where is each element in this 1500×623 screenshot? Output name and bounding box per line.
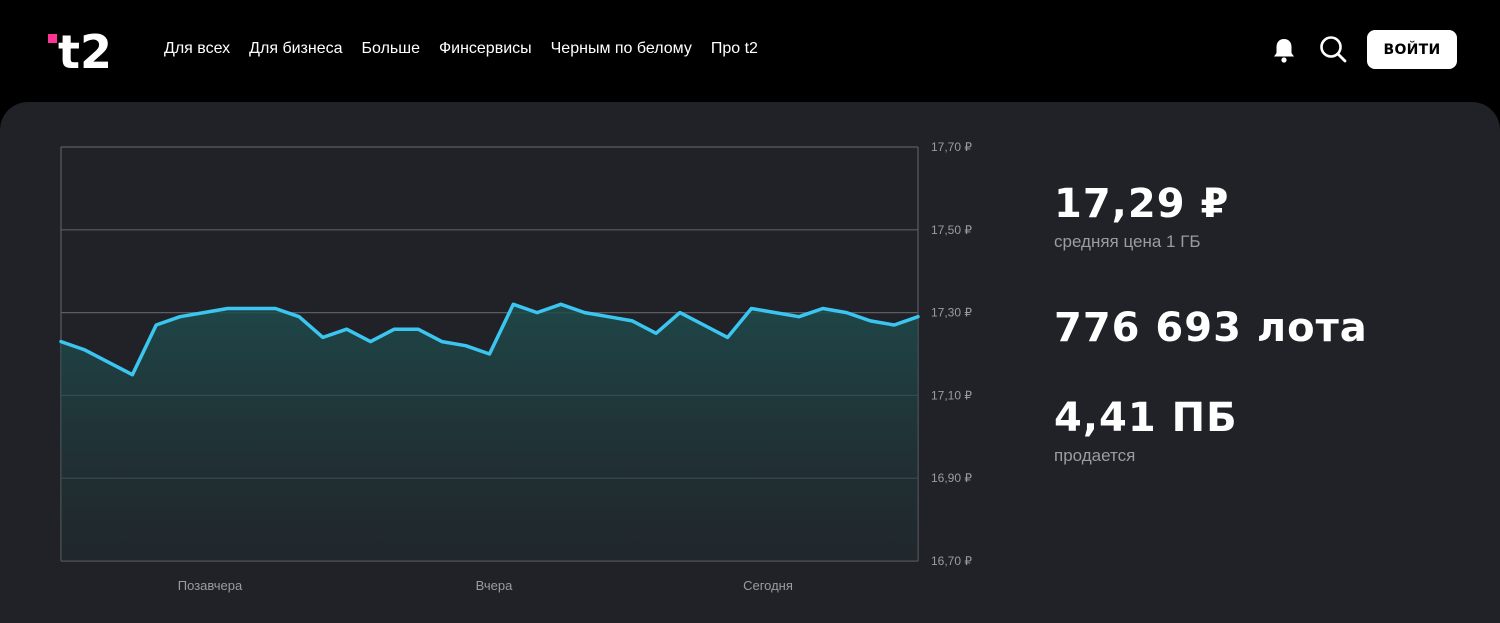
nav-item-for-business[interactable]: Для бизнеса	[249, 38, 342, 60]
avg-price-label: средняя цена 1 ГБ	[1054, 232, 1201, 251]
t2-logo[interactable]: t2	[46, 20, 120, 74]
volume-value: 4,41 ПБ	[1054, 395, 1238, 441]
logo-text: t2	[58, 25, 112, 74]
nav-item-more[interactable]: Больше	[362, 38, 420, 60]
nav-item-finservices[interactable]: Финсервисы	[439, 38, 532, 60]
nav-item-for-all[interactable]: Для всех	[164, 38, 230, 60]
y-tick-label: 17,10 ₽	[931, 388, 972, 402]
stat-price: 17,29 ₽ средняя цена 1 ГБ	[1054, 182, 1229, 252]
price-chart: 17,70 ₽ 17,50 ₽ 17,30 ₽ 17,10 ₽ 16,90 ₽ 16,70…	[59, 140, 972, 593]
stat-lots: 776 693 лота	[1054, 306, 1368, 350]
x-axis-label: Сегодня	[743, 578, 793, 593]
bell-icon[interactable]	[1271, 36, 1297, 64]
y-tick-label: 17,50 ₽	[931, 223, 972, 237]
search-icon[interactable]	[1318, 34, 1348, 64]
main-nav: Для всех Для бизнеса Больше Финсервисы Ч…	[164, 38, 777, 60]
y-tick-label: 17,70 ₽	[931, 140, 972, 154]
login-button[interactable]: ВОЙТИ	[1367, 30, 1457, 69]
nav-item-black-on-white[interactable]: Черным по белому	[551, 38, 692, 60]
top-header: t2 Для всех Для бизнеса Больше Финсервис…	[0, 0, 1500, 100]
y-tick-label: 17,30 ₽	[931, 306, 972, 320]
y-tick-label: 16,70 ₽	[931, 554, 972, 568]
avg-price-value: 17,29 ₽	[1054, 181, 1230, 227]
stat-volume: 4,41 ПБ продается	[1054, 396, 1238, 466]
nav-item-about-t2[interactable]: Про t2	[711, 38, 758, 60]
y-tick-label: 16,90 ₽	[931, 471, 972, 485]
x-axis-label: Вчера	[476, 578, 513, 593]
volume-label: продается	[1054, 446, 1136, 465]
data-market-panel: 17,70 ₽ 17,50 ₽ 17,30 ₽ 17,10 ₽ 16,90 ₽ 16,70…	[0, 102, 1500, 623]
price-area	[61, 304, 918, 561]
x-axis-label: Позавчера	[178, 578, 243, 593]
lots-count-value: 776 693 лота	[1054, 305, 1368, 351]
